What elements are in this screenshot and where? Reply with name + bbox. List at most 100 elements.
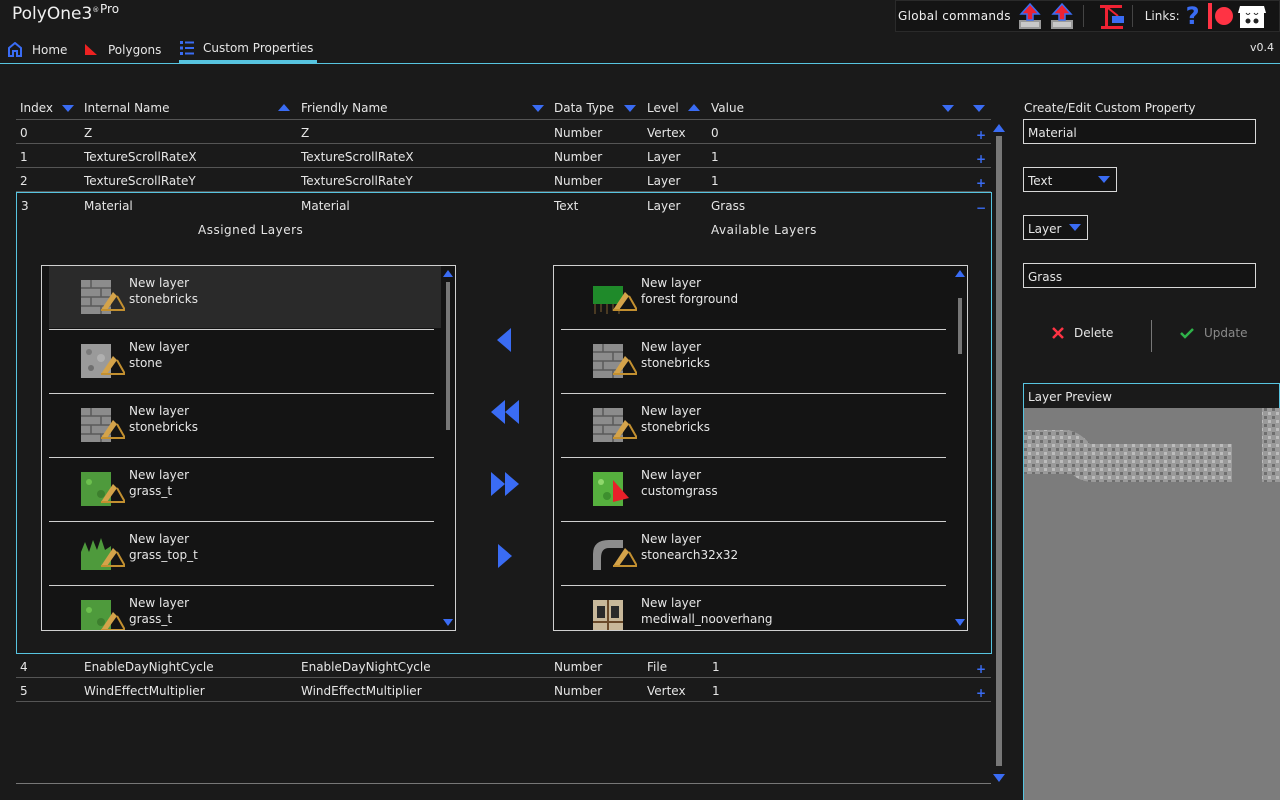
available-scrollbar[interactable]: [955, 270, 965, 626]
list-item[interactable]: New layer mediwall_nooverhang: [561, 586, 946, 630]
move-all-right-button[interactable]: [487, 468, 523, 500]
cell-index: 3: [21, 199, 29, 213]
cell-friendly-name: WindEffectMultiplier: [301, 684, 422, 698]
button-separator: [1151, 320, 1152, 352]
app-title: PolyOne3® Pro: [12, 2, 119, 24]
layer-name: New layer: [641, 404, 702, 418]
table-row[interactable]: 2 TextureScrollRateY TextureScrollRateY …: [16, 168, 991, 192]
update-button[interactable]: Update: [1180, 326, 1247, 340]
cell-index: 4: [20, 660, 28, 674]
tab-polygons[interactable]: Polygons: [84, 36, 161, 63]
table-row[interactable]: 1 TextureScrollRateX TextureScrollRateX …: [16, 144, 991, 168]
cell-data-type: Number: [554, 126, 603, 140]
expand-plus-icon[interactable]: +: [976, 174, 986, 192]
update-label: Update: [1204, 326, 1248, 340]
delete-button[interactable]: Delete: [1052, 326, 1113, 340]
sort-down-icon[interactable]: [532, 105, 544, 112]
list-item[interactable]: New layer grass_t: [49, 458, 434, 522]
cell-index: 0: [20, 126, 28, 140]
global-commands-bar: Global commands Links: ?: [895, 0, 1280, 32]
toolbar-separator: [1082, 5, 1084, 27]
upload-file-icon[interactable]: [1017, 2, 1043, 30]
property-name-input[interactable]: Material: [1023, 119, 1256, 144]
table-row[interactable]: 5 WindEffectMultiplier WindEffectMultipl…: [16, 678, 991, 702]
list-item[interactable]: New layer stonebricks: [49, 266, 434, 330]
layer-name: New layer: [641, 276, 702, 290]
move-all-left-button[interactable]: [487, 396, 523, 428]
header-internal-name[interactable]: Internal Name: [84, 101, 169, 115]
layer-texture: stonearch32x32: [641, 548, 739, 562]
sort-down-icon[interactable]: [62, 105, 74, 112]
list-item[interactable]: New layer stonebricks: [561, 330, 946, 394]
customgrass-thumbnail: [593, 472, 629, 506]
help-icon[interactable]: ?: [1186, 2, 1200, 30]
forest-thumbnail: [593, 286, 637, 314]
table-row[interactable]: 4 EnableDayNightCycle EnableDayNightCycl…: [16, 654, 991, 678]
header-data-type[interactable]: Data Type: [554, 101, 614, 115]
list-item[interactable]: New layer stonearch32x32: [561, 522, 946, 586]
tab-custom-properties-label: Custom Properties: [203, 41, 314, 55]
cell-level: Vertex: [647, 684, 686, 698]
sort-down-icon[interactable]: [624, 105, 636, 112]
data-type-select[interactable]: Text: [1023, 167, 1117, 192]
assigned-layers-list[interactable]: New layer stonebricks New layer stone Ne…: [41, 265, 456, 631]
cell-value: Grass: [711, 199, 746, 213]
crane-build-icon[interactable]: [1098, 2, 1124, 30]
list-item[interactable]: New layer stone: [49, 330, 434, 394]
cell-level: Layer: [647, 174, 681, 188]
cell-value: 1: [712, 684, 720, 698]
preview-texture-strip: [1024, 408, 1280, 482]
stone-thumbnail: [81, 344, 125, 378]
patreon-icon[interactable]: [1214, 7, 1233, 25]
move-left-button[interactable]: [487, 324, 523, 356]
expand-plus-icon[interactable]: +: [976, 684, 986, 702]
property-value-input[interactable]: Grass: [1023, 263, 1256, 288]
list-item[interactable]: New layer grass_top_t: [49, 522, 434, 586]
header-value[interactable]: Value: [711, 101, 744, 115]
assigned-scrollbar[interactable]: [443, 270, 453, 626]
layer-texture: stonebricks: [129, 420, 198, 434]
list-item[interactable]: New layer grass_t: [49, 586, 434, 630]
layer-texture: forest forground: [641, 292, 739, 306]
cell-internal-name: Material: [84, 199, 133, 213]
table-row[interactable]: 0 Z Z Number Vertex 0 +: [16, 120, 991, 144]
list-item[interactable]: New layer forest forground: [561, 266, 946, 330]
layer-preview-panel: Layer Preview: [1023, 383, 1280, 800]
tab-custom-properties[interactable]: Custom Properties: [179, 36, 317, 63]
cell-level: File: [647, 660, 668, 674]
sort-down-icon[interactable]: [942, 105, 954, 112]
table-scrollbar[interactable]: [993, 124, 1005, 782]
polygon-icon: [85, 44, 97, 55]
collapse-minus-icon[interactable]: −: [976, 199, 986, 217]
layer-name: New layer: [129, 404, 190, 418]
header-friendly-name[interactable]: Friendly Name: [301, 101, 388, 115]
expand-plus-icon[interactable]: +: [976, 126, 986, 144]
layer-name: New layer: [641, 596, 702, 610]
move-right-button[interactable]: [487, 540, 523, 572]
itchio-icon[interactable]: [1237, 2, 1266, 30]
header-index[interactable]: Index: [20, 101, 53, 115]
table-row[interactable]: 3 Material Material Text Layer Grass −: [17, 193, 991, 217]
layer-texture: grass_top_t: [129, 548, 198, 562]
collapse-all-icon[interactable]: [973, 105, 985, 112]
level-select[interactable]: Layer: [1023, 215, 1088, 240]
cell-value: 0: [711, 126, 719, 140]
export-file-icon[interactable]: [1049, 2, 1075, 30]
list-item[interactable]: New layer stonebricks: [49, 394, 434, 458]
grass-top-thumbnail: [81, 538, 125, 570]
patreon-bar-icon: [1207, 3, 1212, 29]
tab-home[interactable]: Home: [8, 36, 67, 63]
expand-plus-icon[interactable]: +: [976, 660, 986, 678]
list-item[interactable]: New layer stonebricks: [561, 394, 946, 458]
sort-up-icon[interactable]: [688, 104, 700, 111]
layer-name: New layer: [129, 468, 190, 482]
cell-index: 5: [20, 684, 28, 698]
header-level[interactable]: Level: [647, 101, 679, 115]
grass-thumbnail: [81, 600, 125, 630]
available-layers-list[interactable]: New layer forest forground New layer sto…: [553, 265, 968, 631]
list-item[interactable]: New layer customgrass: [561, 458, 946, 522]
sort-up-icon[interactable]: [278, 104, 290, 111]
cell-data-type: Text: [554, 199, 579, 213]
expand-plus-icon[interactable]: +: [976, 150, 986, 168]
stonebricks-thumbnail: [81, 408, 125, 442]
